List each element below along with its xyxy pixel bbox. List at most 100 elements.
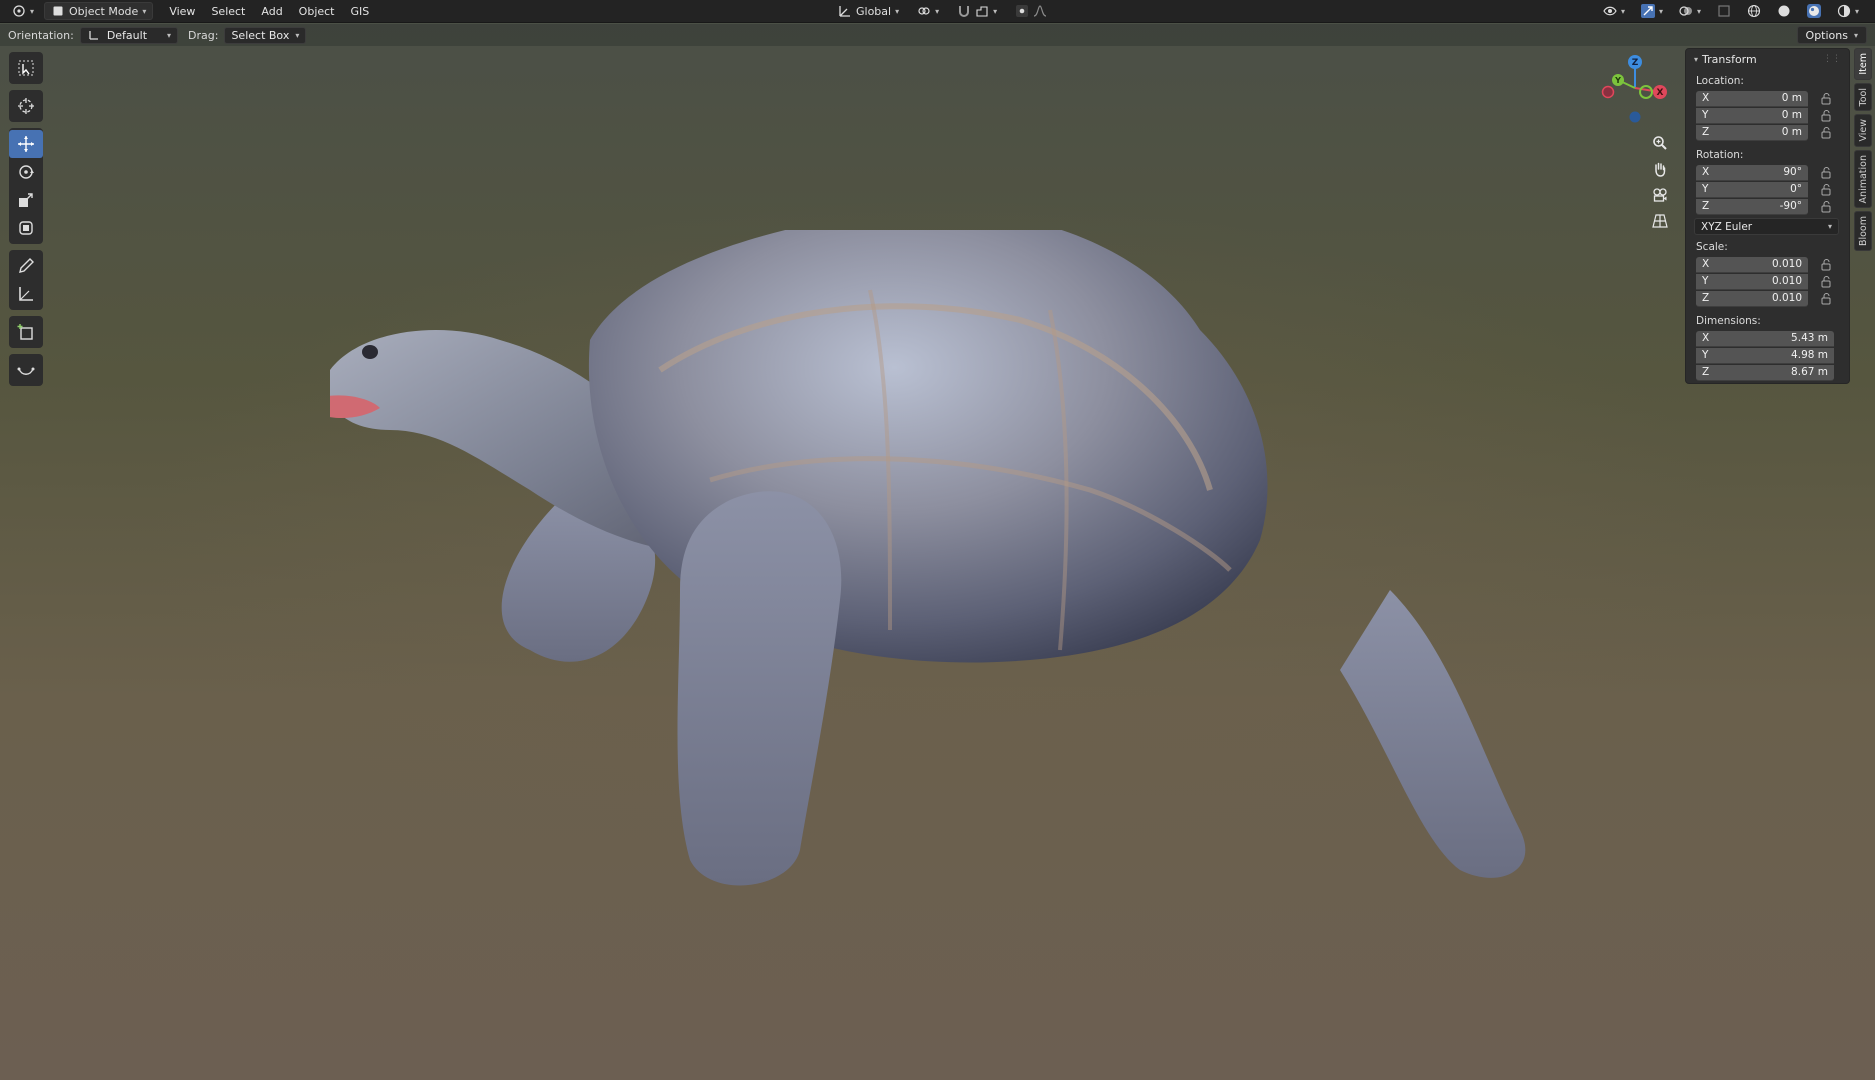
location-x-field[interactable]: X 0 m (1696, 90, 1808, 107)
chevron-down-icon: ▾ (1854, 6, 1859, 16)
scale-y-field[interactable]: Y 0.010 (1696, 273, 1808, 290)
pivot-point-dropdown[interactable]: ▾ (911, 2, 945, 20)
rotation-x-lock-toggle[interactable] (1818, 166, 1834, 179)
menu-gis[interactable]: GIS (343, 2, 378, 20)
chevron-down-icon: ▾ (167, 30, 172, 40)
options-dropdown[interactable]: Options ▾ (1796, 26, 1867, 44)
dimensions-y-field[interactable]: Y 4.98 m (1696, 347, 1834, 364)
scale-z-lock-toggle[interactable] (1818, 292, 1834, 305)
orientation-dropdown[interactable]: Default ▾ (79, 26, 179, 44)
xray-toggle[interactable] (1711, 2, 1737, 20)
shading-material-preview[interactable] (1801, 2, 1827, 20)
add-cube-icon (17, 324, 33, 340)
tab-bloom[interactable]: Bloom (1854, 211, 1872, 252)
viewport-nav-buttons (1648, 130, 1672, 234)
gizmo-neg-z-handle[interactable] (1629, 111, 1641, 123)
location-y-lock-toggle[interactable] (1818, 109, 1834, 122)
unlock-icon (1821, 258, 1831, 270)
navigation-gizmo[interactable]: Z X Y (1598, 52, 1670, 124)
pan-button[interactable] (1648, 156, 1672, 182)
dimensions-label: Dimensions: (1696, 315, 1761, 327)
3d-viewport[interactable] (0, 0, 1875, 1080)
zoom-button[interactable] (1648, 130, 1672, 156)
mode-label: Object Mode (69, 4, 139, 18)
menu-select[interactable]: Select (203, 2, 253, 20)
rotation-y-field[interactable]: Y 0° (1696, 181, 1808, 198)
tool-curve[interactable] (9, 356, 43, 384)
rotation-y-lock-toggle[interactable] (1818, 183, 1834, 196)
xray-icon (1717, 4, 1731, 18)
chevron-down-icon: ▾ (1694, 54, 1699, 64)
shading-rendered[interactable]: ▾ (1831, 2, 1865, 20)
camera-view-button[interactable] (1648, 182, 1672, 208)
object-mode-icon (51, 4, 65, 18)
grid-perspective-icon (1652, 214, 1668, 228)
tab-animation[interactable]: Animation (1854, 149, 1872, 209)
snap-toggle[interactable]: ▾ (951, 2, 1003, 20)
tool-transform[interactable] (9, 214, 43, 242)
chevron-down-icon: ▾ (993, 6, 998, 16)
gizmo-y-label: Y (1614, 76, 1621, 85)
tool-add-cube[interactable] (9, 318, 43, 346)
menu-view[interactable]: View (161, 2, 203, 20)
transform-orientation-dropdown[interactable]: Global ▾ (832, 2, 905, 20)
rotation-mode-value: XYZ Euler (1701, 220, 1753, 233)
location-z-lock-toggle[interactable] (1818, 126, 1834, 139)
mode-dropdown[interactable]: Object Mode ▾ (44, 2, 154, 20)
chevron-down-icon: ▾ (142, 6, 147, 16)
visibility-dropdown[interactable]: ▾ (1597, 2, 1631, 20)
perspective-toggle-button[interactable] (1648, 208, 1672, 234)
pencil-icon (19, 258, 34, 273)
chevron-down-icon: ▾ (295, 30, 300, 40)
dimensions-x-field[interactable]: X 5.43 m (1696, 330, 1834, 347)
tool-scale[interactable] (9, 186, 43, 214)
tool-annotate[interactable] (9, 252, 43, 280)
scale-z-field[interactable]: Z 0.010 (1696, 290, 1808, 307)
rotation-mode-dropdown[interactable]: XYZ Euler ▾ (1694, 218, 1839, 235)
tool-select-box[interactable] (9, 54, 43, 82)
shading-solid[interactable] (1771, 2, 1797, 20)
eye-icon (1603, 4, 1617, 18)
material-sphere-icon (1806, 4, 1821, 18)
tool-measure[interactable] (9, 280, 43, 308)
unlock-icon (1821, 92, 1831, 104)
transform-panel-header[interactable]: ▾ Transform ⋮⋮ (1686, 49, 1849, 69)
tool-move[interactable] (9, 130, 43, 158)
overlays-toggle[interactable]: ▾ (1673, 2, 1707, 20)
tortoise-model[interactable] (330, 230, 1560, 990)
rotation-z-field[interactable]: Z -90° (1696, 198, 1808, 215)
gizmo-neg-x-handle[interactable] (1601, 85, 1615, 99)
proportional-edit-toggle[interactable] (1009, 2, 1053, 20)
drag-dropdown[interactable]: Select Box ▾ (224, 26, 307, 44)
tool-rotate[interactable] (9, 158, 43, 186)
curve-icon (17, 367, 35, 375)
drag-handle-icon[interactable]: ⋮⋮ (1823, 54, 1841, 64)
location-x-lock-toggle[interactable] (1818, 92, 1834, 105)
gizmo-neg-y-handle[interactable] (1639, 85, 1653, 99)
tab-tool[interactable]: Tool (1854, 82, 1872, 112)
editor-type-button[interactable]: ▾ (6, 2, 40, 20)
tab-view[interactable]: View (1854, 114, 1872, 147)
axis-label: Y (1702, 349, 1709, 361)
scale-y-lock-toggle[interactable] (1818, 275, 1834, 288)
rotation-x-field[interactable]: X 90° (1696, 164, 1808, 181)
chevron-down-icon: ▾ (1853, 30, 1858, 40)
chevron-down-icon: ▾ (1658, 6, 1663, 16)
dimensions-z-field[interactable]: Z 8.67 m (1696, 364, 1834, 381)
unlock-icon (1821, 292, 1831, 304)
scale-x-field[interactable]: X 0.010 (1696, 256, 1808, 273)
editor-type-icon (12, 4, 26, 18)
gizmo-toggle[interactable]: ▾ (1635, 2, 1669, 20)
scale-x-lock-toggle[interactable] (1818, 258, 1834, 271)
shading-wireframe[interactable] (1741, 2, 1767, 20)
tab-bloom-label: Bloom (1857, 216, 1869, 247)
axis-label: Z (1702, 200, 1710, 212)
value: 8.67 m (1791, 366, 1828, 378)
tool-cursor[interactable] (9, 92, 43, 120)
menu-add[interactable]: Add (253, 2, 290, 20)
tab-item[interactable]: Item (1854, 48, 1872, 80)
location-z-field[interactable]: Z 0 m (1696, 124, 1808, 141)
menu-object[interactable]: Object (291, 2, 343, 20)
location-y-field[interactable]: Y 0 m (1696, 107, 1808, 124)
rotation-z-lock-toggle[interactable] (1818, 200, 1834, 213)
